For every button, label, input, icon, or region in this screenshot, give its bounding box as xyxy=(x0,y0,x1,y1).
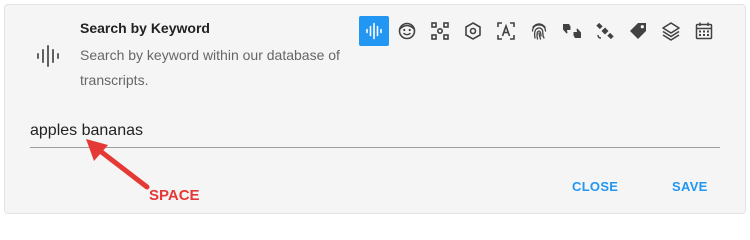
annotation-arrow-icon xyxy=(86,139,150,190)
tool-audio-keyword[interactable] xyxy=(359,16,389,46)
engine-title: Search by Keyword xyxy=(80,20,210,36)
tool-tag[interactable] xyxy=(623,16,653,46)
tool-calendar[interactable] xyxy=(689,16,719,46)
tool-face[interactable] xyxy=(392,16,422,46)
text-recognition-icon xyxy=(497,22,515,40)
satellite-icon xyxy=(596,22,614,40)
waveform-icon xyxy=(366,22,382,40)
tool-fingerprint[interactable] xyxy=(524,16,554,46)
fingerprint-icon xyxy=(531,23,547,40)
tool-logo[interactable] xyxy=(458,16,488,46)
tool-sentiment[interactable] xyxy=(557,16,587,46)
engine-description: Search by keyword within our database of… xyxy=(80,47,340,88)
tool-layers[interactable] xyxy=(656,16,686,46)
layers-icon xyxy=(662,22,680,41)
tool-satellite[interactable] xyxy=(590,16,620,46)
face-icon xyxy=(398,22,416,40)
tag-icon xyxy=(630,23,646,39)
annotation-label: SPACE xyxy=(149,187,200,204)
hexagon-icon xyxy=(465,22,481,40)
thumbs-up-down-icon xyxy=(563,24,581,38)
tool-text-recognition[interactable] xyxy=(491,16,521,46)
object-detect-icon xyxy=(431,22,449,40)
calendar-icon xyxy=(695,22,713,40)
save-button[interactable]: SAVE xyxy=(672,179,708,194)
close-button[interactable]: CLOSE xyxy=(572,179,618,194)
engine-toolbar xyxy=(359,16,719,46)
tool-object-detection[interactable] xyxy=(425,16,455,46)
waveform-icon xyxy=(37,45,59,67)
